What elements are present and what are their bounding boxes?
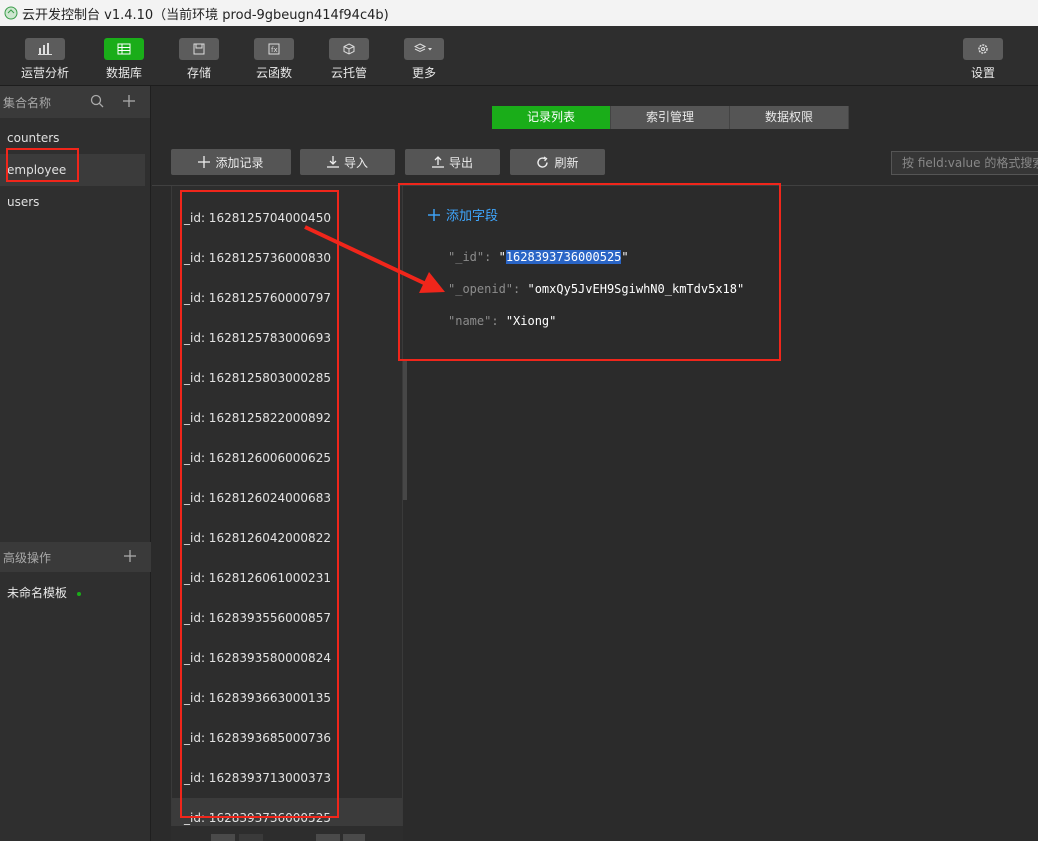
refresh-button[interactable]: 刷新: [510, 149, 605, 175]
search-input[interactable]: 按 field:value 的格式搜索: [891, 151, 1038, 175]
export-label: 导出: [448, 155, 473, 170]
tab-indexes[interactable]: 索引管理: [611, 106, 730, 129]
template-label: 未命名模板: [7, 586, 68, 600]
pagination: [171, 826, 403, 841]
import-button[interactable]: 导入: [300, 149, 395, 175]
add-record-button[interactable]: 添加记录: [171, 149, 291, 175]
page-button[interactable]: [211, 834, 235, 841]
add-record-label: 添加记录: [215, 155, 264, 170]
download-icon: [326, 156, 339, 168]
function-icon: fx: [268, 43, 280, 55]
template-item[interactable]: 未命名模板: [7, 584, 82, 601]
collection-sidebar: 集合名称 counters employee users 高级操作 未命名模板: [0, 86, 151, 841]
advanced-header-label: 高级操作: [3, 550, 52, 565]
tool-label: 设置: [970, 66, 995, 80]
tool-label: 存储: [186, 66, 211, 80]
page-button[interactable]: [316, 834, 340, 841]
advanced-header: 高级操作: [0, 542, 151, 572]
annotation-box-detail: [398, 183, 781, 361]
list-scrollbar[interactable]: [403, 360, 407, 500]
tool-label: 云托管: [330, 66, 367, 80]
page-button[interactable]: [239, 834, 263, 841]
refresh-icon: [537, 155, 549, 168]
export-button[interactable]: 导出: [405, 149, 500, 175]
search-icon[interactable]: [90, 94, 104, 108]
tool-storage[interactable]: 存储: [169, 38, 229, 81]
collection-item-users[interactable]: users: [0, 186, 150, 218]
add-collection-icon[interactable]: [122, 94, 136, 108]
tool-more[interactable]: 更多: [394, 38, 454, 81]
annotation-box-records: [180, 190, 339, 818]
bar-chart-icon: [38, 43, 52, 55]
cube-icon: [343, 43, 355, 55]
add-template-icon[interactable]: [123, 549, 137, 563]
collection-header: 集合名称: [0, 86, 150, 118]
database-icon: [117, 43, 131, 55]
plus-icon: [198, 156, 211, 168]
tool-cloud-hosting[interactable]: 云托管: [319, 38, 379, 81]
top-toolbar: 运营分析 数据库 存储 fx 云函数 云托管 更多 设置: [0, 26, 1038, 86]
upload-icon: [431, 156, 444, 168]
layers-icon: [414, 43, 432, 53]
tool-label: 数据库: [105, 66, 142, 80]
annotation-box-collection: [6, 148, 79, 182]
import-label: 导入: [343, 155, 368, 170]
tab-permissions[interactable]: 数据权限: [730, 106, 849, 129]
tool-label: 云函数: [255, 66, 292, 80]
app-logo-icon: [4, 6, 18, 20]
status-dot-icon: [77, 591, 82, 596]
refresh-label: 刷新: [554, 155, 579, 170]
page-button[interactable]: [343, 834, 365, 841]
gear-icon: [978, 44, 988, 54]
tool-label: 运营分析: [20, 66, 69, 80]
title-bar: 云开发控制台 v1.4.10（当前环境 prod-9gbeugn414f94c4…: [0, 0, 1038, 26]
tool-settings[interactable]: 设置: [953, 38, 1013, 81]
window-title: 云开发控制台 v1.4.10（当前环境 prod-9gbeugn414f94c4…: [22, 7, 389, 23]
tool-label: 更多: [411, 66, 436, 80]
view-tabs: 记录列表 索引管理 数据权限: [492, 106, 849, 129]
tool-database[interactable]: 数据库: [94, 38, 154, 81]
tab-records[interactable]: 记录列表: [492, 106, 611, 129]
svg-text:fx: fx: [271, 46, 278, 54]
tool-analytics[interactable]: 运营分析: [15, 38, 75, 81]
collection-header-label: 集合名称: [3, 95, 52, 110]
storage-icon: [193, 43, 205, 55]
tool-cloud-function[interactable]: fx 云函数: [244, 38, 304, 81]
